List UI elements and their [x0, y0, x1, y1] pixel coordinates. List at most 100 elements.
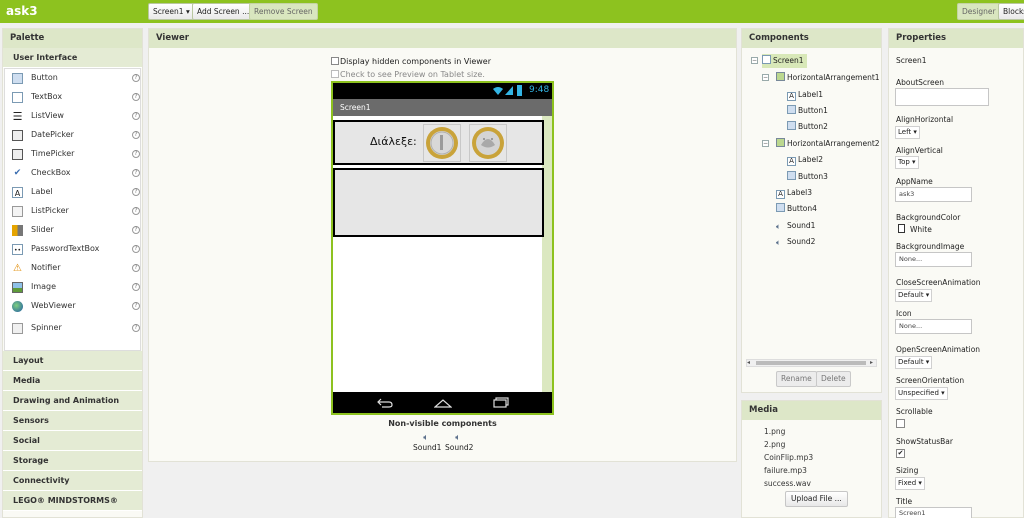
- palette-category-user-interface[interactable]: User Interface: [3, 48, 142, 68]
- prop-sizing-select[interactable]: Fixed ▾: [895, 477, 925, 490]
- tree-button1[interactable]: Button1: [787, 104, 828, 118]
- tree-screen1[interactable]: Screen1: [762, 54, 807, 68]
- prop-open-anim-select[interactable]: Default ▾: [895, 356, 933, 369]
- palette-category-drawing[interactable]: Drawing and Animation: [3, 391, 142, 411]
- rename-button[interactable]: Rename: [776, 371, 817, 387]
- delete-button[interactable]: Delete: [816, 371, 851, 387]
- upload-file-button[interactable]: Upload File ...: [785, 491, 848, 507]
- help-icon[interactable]: ?: [132, 93, 140, 101]
- prop-about-screen-input[interactable]: [895, 88, 989, 106]
- prop-title-input[interactable]: Screen1: [895, 507, 972, 518]
- components-scrollbar[interactable]: ◂ ▸: [746, 359, 877, 367]
- help-icon[interactable]: ?: [132, 112, 140, 120]
- prop-orientation-select[interactable]: Unspecified ▾: [895, 387, 948, 400]
- palette-item-image[interactable]: Image ?: [5, 278, 143, 297]
- scroll-left-icon[interactable]: ◂: [747, 360, 753, 366]
- label-icon: A: [787, 157, 796, 166]
- add-screen-button[interactable]: Add Screen ...: [192, 3, 255, 20]
- tree-harr2[interactable]: HorizontalArrangement2: [776, 137, 880, 151]
- media-file[interactable]: 1.png: [764, 427, 785, 436]
- tree-button2[interactable]: Button2: [787, 120, 828, 134]
- palette-item-textbox[interactable]: TextBox ?: [5, 88, 143, 107]
- palette-item-passwordtextbox[interactable]: •• PasswordTextBox ?: [5, 240, 143, 259]
- help-icon[interactable]: ?: [132, 226, 140, 234]
- prop-background-image-input[interactable]: None...: [895, 252, 972, 267]
- home-icon[interactable]: [433, 397, 453, 408]
- viewer-title: Viewer: [149, 29, 736, 48]
- remove-screen-button[interactable]: Remove Screen: [249, 3, 318, 20]
- prop-icon-input[interactable]: None...: [895, 319, 972, 334]
- scrollbar-thumb[interactable]: [756, 361, 866, 365]
- tree-button3[interactable]: Button3: [787, 170, 828, 184]
- media-file[interactable]: 2.png: [764, 440, 785, 449]
- palette-item-slider[interactable]: Slider ?: [5, 221, 143, 240]
- palette-item-label[interactable]: A Label ?: [5, 183, 143, 202]
- horizontal-arrangement-1[interactable]: Διάλεξε:: [333, 120, 544, 165]
- prop-app-name-input[interactable]: ask3: [895, 187, 972, 202]
- recents-icon[interactable]: [493, 397, 509, 408]
- collapse-icon[interactable]: −: [762, 140, 769, 147]
- help-icon[interactable]: ?: [132, 169, 140, 177]
- palette-item-listpicker[interactable]: ListPicker ?: [5, 202, 143, 221]
- palette-category-connectivity[interactable]: Connectivity: [3, 471, 142, 491]
- media-file[interactable]: failure.mp3: [764, 466, 807, 475]
- color-swatch[interactable]: [898, 224, 905, 233]
- screen-dropdown[interactable]: Screen1 ▾: [148, 3, 195, 20]
- nonvisible-sound1[interactable]: 🔈︎ Sound1: [413, 433, 441, 452]
- display-hidden-checkbox[interactable]: [331, 57, 339, 65]
- palette-item-webviewer[interactable]: WebViewer ?: [5, 297, 143, 316]
- help-icon[interactable]: ?: [132, 283, 140, 291]
- nonvisible-label: Sound2: [445, 443, 474, 452]
- nonvisible-sound2[interactable]: 🔈︎ Sound2: [445, 433, 474, 452]
- back-icon[interactable]: [377, 397, 393, 408]
- scroll-right-icon[interactable]: ▸: [870, 360, 876, 366]
- prop-close-anim-select[interactable]: Default ▾: [895, 289, 933, 302]
- palette-item-spinner[interactable]: Spinner ?: [5, 319, 143, 338]
- palette-item-notifier[interactable]: ⚠ Notifier ?: [5, 259, 143, 278]
- palette-item-timepicker[interactable]: TimePicker ?: [5, 145, 143, 164]
- blocks-button[interactable]: Blocks: [998, 3, 1024, 20]
- palette-item-checkbox[interactable]: ✔ CheckBox ?: [5, 164, 143, 183]
- media-file[interactable]: success.wav: [764, 479, 811, 488]
- tablet-preview-checkbox[interactable]: [331, 70, 339, 78]
- palette-category-social[interactable]: Social: [3, 431, 142, 451]
- palette-item-listview[interactable]: ☰ ListView ?: [5, 107, 143, 126]
- tree-sound2[interactable]: 🔈︎ Sound2: [776, 235, 815, 249]
- tree-harr1[interactable]: HorizontalArrangement1: [776, 71, 880, 85]
- help-icon[interactable]: ?: [132, 74, 140, 82]
- help-icon[interactable]: ?: [132, 302, 140, 310]
- tree-button4[interactable]: Button4: [776, 202, 817, 216]
- palette-item-button[interactable]: Button ?: [5, 69, 143, 88]
- palette-category-storage[interactable]: Storage: [3, 451, 142, 471]
- help-icon[interactable]: ?: [132, 207, 140, 215]
- tree-sound1[interactable]: 🔈︎ Sound1: [776, 219, 815, 233]
- prop-align-vertical-select[interactable]: Top ▾: [895, 156, 919, 169]
- designer-button[interactable]: Designer: [957, 3, 1001, 20]
- prop-show-status-bar-checkbox[interactable]: ✔: [896, 449, 905, 458]
- palette-category-sensors[interactable]: Sensors: [3, 411, 142, 431]
- media-file[interactable]: CoinFlip.mp3: [764, 453, 813, 462]
- palette-item-datepicker[interactable]: DatePicker ?: [5, 126, 143, 145]
- help-icon[interactable]: ?: [132, 150, 140, 158]
- help-icon[interactable]: ?: [132, 131, 140, 139]
- prop-scrollable-checkbox[interactable]: [896, 419, 905, 428]
- tree-label3[interactable]: A Label3: [776, 186, 812, 200]
- help-icon[interactable]: ?: [132, 245, 140, 253]
- tree-label1[interactable]: A Label1: [787, 88, 823, 102]
- help-icon[interactable]: ?: [132, 188, 140, 196]
- tree-label2[interactable]: A Label2: [787, 153, 823, 167]
- help-icon[interactable]: ?: [132, 324, 140, 332]
- palette-category-lego[interactable]: LEGO® MINDSTORMS®: [3, 491, 142, 511]
- palette-panel: Palette User Interface Button ? TextBox …: [2, 28, 143, 518]
- horizontal-arrangement-2[interactable]: [333, 168, 544, 237]
- collapse-icon[interactable]: −: [751, 57, 758, 64]
- collapse-icon[interactable]: −: [762, 74, 769, 81]
- palette-category-media[interactable]: Media: [3, 371, 142, 391]
- tree-label: Button1: [798, 106, 828, 115]
- prop-background-color-value[interactable]: White: [910, 225, 932, 234]
- button1[interactable]: [423, 124, 461, 162]
- help-icon[interactable]: ?: [132, 264, 140, 272]
- button2[interactable]: [469, 124, 507, 162]
- prop-align-horizontal-select[interactable]: Left ▾: [895, 126, 920, 139]
- palette-category-layout[interactable]: Layout: [3, 351, 142, 371]
